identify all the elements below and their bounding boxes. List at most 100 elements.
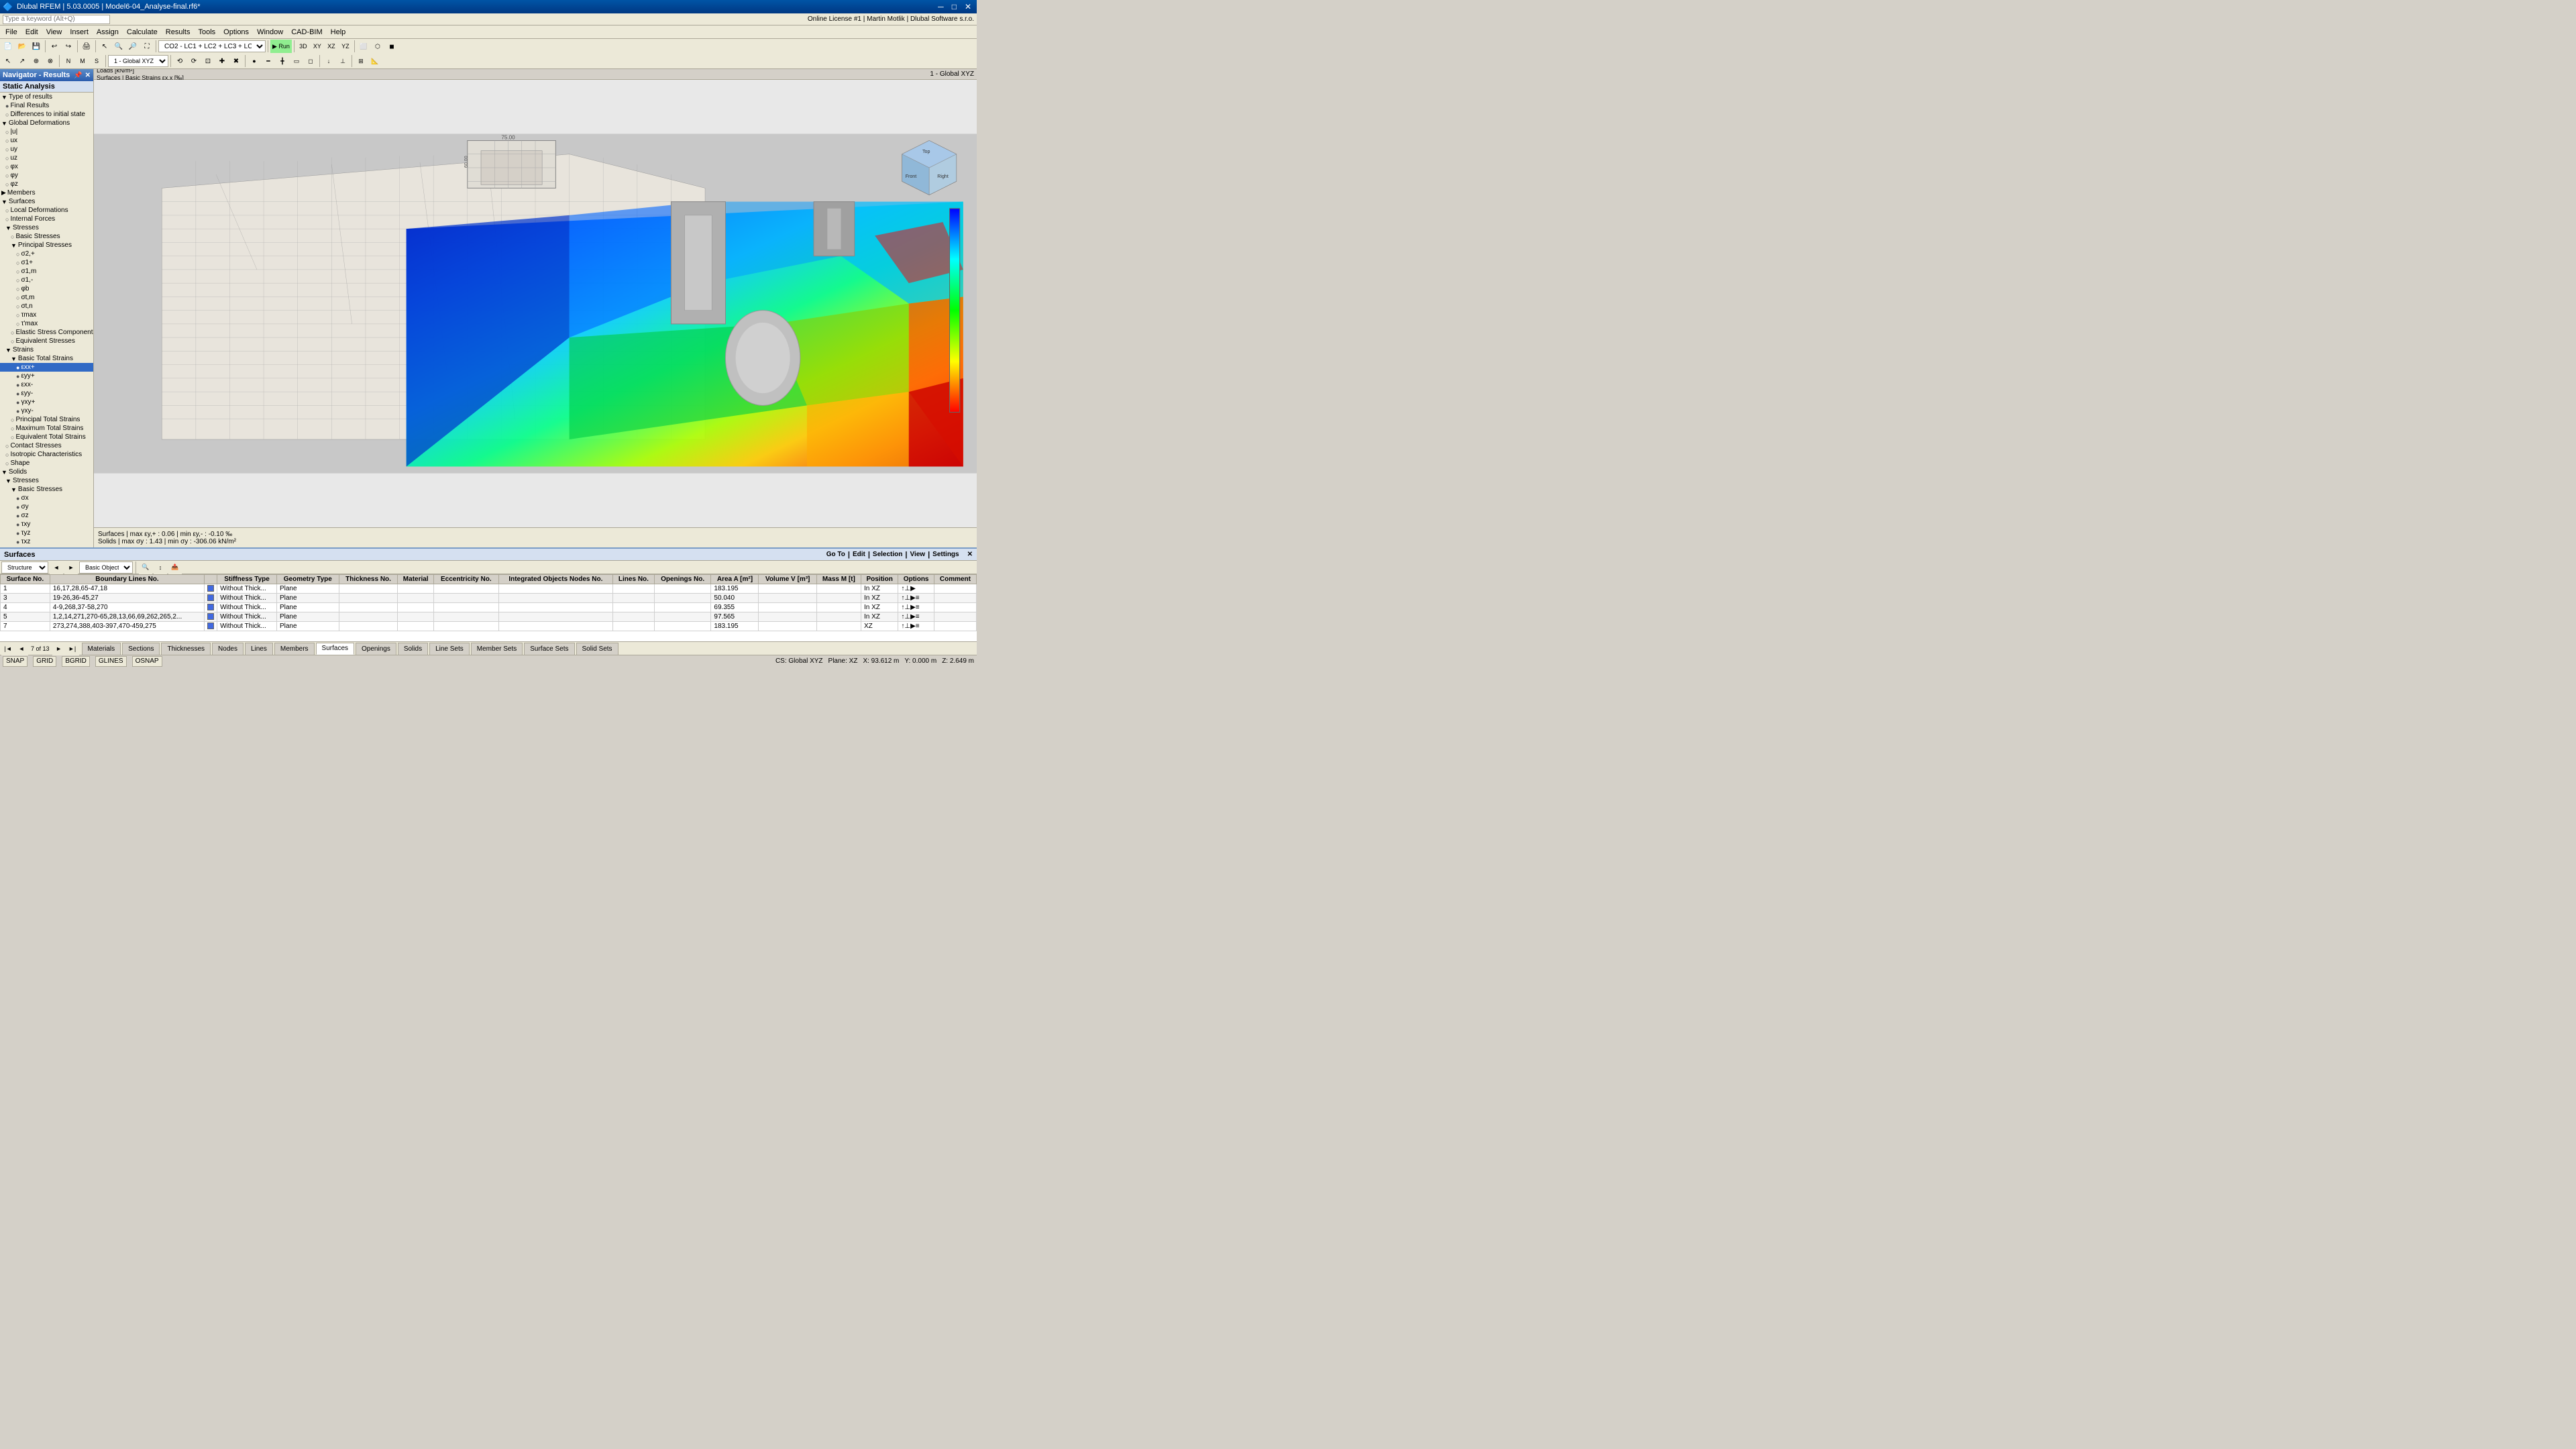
tree-solid-sx[interactable]: ● σx [0, 494, 93, 502]
tree-solid-tyz[interactable]: ● τyz [0, 529, 93, 537]
structure-dropdown[interactable]: Structure [1, 561, 48, 574]
tb-run[interactable]: ▶ Run [270, 40, 292, 53]
tb-zoom-all[interactable]: ⛶ [140, 40, 154, 53]
col-eccentricity[interactable]: Eccentricity No. [433, 575, 498, 584]
col-position[interactable]: Position [861, 575, 898, 584]
tb2-6[interactable]: M [76, 54, 89, 68]
tb-wireframe[interactable]: ⬡ [371, 40, 384, 53]
menu-item-insert[interactable]: Insert [66, 27, 93, 38]
tb2-solids[interactable]: ◻ [304, 54, 317, 68]
bottom-panel-close-icon[interactable]: ✕ [967, 551, 973, 558]
tb2-5[interactable]: N [62, 54, 75, 68]
tree-surfaces[interactable]: ▼ Surfaces [0, 197, 93, 206]
tab-thicknesses[interactable]: Thicknesses [161, 643, 211, 655]
tree-shape[interactable]: ○ Shape [0, 459, 93, 468]
tab-solids[interactable]: Solids [398, 643, 428, 655]
tree-sigma1minus[interactable]: ○ σ1,- [0, 276, 93, 284]
tb-render[interactable]: ⬜ [357, 40, 370, 53]
tree-eyy-minus[interactable]: ● εyy- [0, 389, 93, 398]
expand-icon[interactable]: ▼ [11, 356, 17, 362]
tree-solids-stresses[interactable]: ▼ Stresses [0, 476, 93, 485]
keyword-search-input[interactable] [3, 15, 110, 24]
tb-view-xy[interactable]: XY [311, 40, 324, 53]
expand-icon[interactable]: ▼ [1, 120, 7, 127]
tb2-loads[interactable]: ↓ [322, 54, 335, 68]
tb-new[interactable]: 📄 [1, 40, 15, 53]
col-material[interactable]: Material [398, 575, 434, 584]
tb-view-xz[interactable]: XZ [325, 40, 338, 53]
tb2-supports[interactable]: ⊥ [336, 54, 350, 68]
tree-isotropic[interactable]: ○ Isotropic Characteristics [0, 450, 93, 459]
tb-view-3d[interactable]: 3D [297, 40, 310, 53]
tree-sigma1plus[interactable]: ○ σ1+ [0, 258, 93, 267]
tree-solid-txy-plus[interactable]: ● τxy+ [0, 546, 93, 547]
bottom-panel-settings[interactable]: Settings [932, 551, 959, 558]
table-row[interactable]: 5 1,2,14,271,270-65,28,13,66,69,262,265,… [1, 612, 977, 622]
bgrid-btn[interactable]: BGRID [62, 656, 90, 667]
tb2-1[interactable]: ↖ [1, 54, 15, 68]
tab-solid-sets[interactable]: Solid Sets [576, 643, 619, 655]
menu-item-calculate[interactable]: Calculate [123, 27, 162, 38]
menu-item-help[interactable]: Help [327, 27, 350, 38]
col-geometry-type[interactable]: Geometry Type [276, 575, 339, 584]
tree-ux[interactable]: ○ ux [0, 136, 93, 145]
tb2-2[interactable]: ↗ [15, 54, 29, 68]
tree-principal-total[interactable]: ○ Principal Total Strains [0, 415, 93, 424]
bottom-panel-selection[interactable]: Selection [873, 551, 902, 558]
tab-member-sets[interactable]: Member Sets [471, 643, 523, 655]
col-lines[interactable]: Lines No. [613, 575, 655, 584]
expand-icon[interactable]: ▶ [1, 189, 6, 197]
tree-stresses[interactable]: ▼ Stresses [0, 223, 93, 232]
tb-undo[interactable]: ↩ [48, 40, 61, 53]
tree-gxy-minus[interactable]: ● γxy- [0, 407, 93, 415]
col-mass[interactable]: Mass M [t] [816, 575, 861, 584]
expand-icon[interactable]: ▼ [5, 347, 11, 354]
nav-pin-icon[interactable]: 📌 [74, 72, 82, 79]
col-thickness[interactable]: Thickness No. [339, 575, 398, 584]
menu-item-tools[interactable]: Tools [194, 27, 219, 38]
cs-dropdown[interactable]: 1 - Global XYZ [108, 55, 168, 67]
tb2-8[interactable]: ⟲ [173, 54, 186, 68]
col-comment[interactable]: Comment [934, 575, 976, 584]
close-button[interactable]: ✕ [962, 2, 974, 11]
bottom-panel-goto[interactable]: Go To [826, 551, 845, 558]
viewport-canvas[interactable]: 75.00 60.00 [94, 80, 977, 527]
tb2-10[interactable]: ⊡ [201, 54, 215, 68]
bottom-panel-view[interactable]: View [910, 551, 925, 558]
tb2-surfaces[interactable]: ▭ [290, 54, 303, 68]
pagination-next[interactable]: ► [52, 642, 66, 655]
tab-lines[interactable]: Lines [245, 643, 273, 655]
tree-differences[interactable]: ○ Differences to initial state [0, 110, 93, 119]
col-volume[interactable]: Volume V [m³] [759, 575, 816, 584]
tree-gxy-plus[interactable]: ● γxy+ [0, 398, 93, 407]
tree-sigma1m[interactable]: ○ σ1,m [0, 267, 93, 276]
grid-btn[interactable]: GRID [33, 656, 56, 667]
tab-surface-sets[interactable]: Surface Sets [524, 643, 574, 655]
tree-sigma-tm[interactable]: ○ σt,m [0, 293, 93, 302]
tree-members[interactable]: ▶ Members [0, 189, 93, 197]
tab-surfaces[interactable]: Surfaces [316, 643, 354, 655]
tree-equivalent-stresses[interactable]: ○ Equivalent Stresses [0, 337, 93, 345]
tb-open[interactable]: 📂 [15, 40, 29, 53]
tab-nodes[interactable]: Nodes [212, 643, 244, 655]
tree-internal-forces[interactable]: ○ Internal Forces [0, 215, 93, 223]
basic-objects-dropdown[interactable]: Basic Objects [79, 561, 133, 574]
tree-solid-txz[interactable]: ● τxz [0, 537, 93, 546]
tb2-measure[interactable]: 📐 [368, 54, 382, 68]
tree-principal-stresses[interactable]: ▼ Principal Stresses [0, 241, 93, 250]
titlebar-controls[interactable]: ─ □ ✕ [935, 2, 974, 11]
table-row[interactable]: 1 16,17,28,65-47,18 Without Thick... Pla… [1, 584, 977, 594]
expand-icon[interactable]: ▼ [5, 225, 11, 231]
tree-u-total[interactable]: ○ |u| [0, 127, 93, 136]
tb2-9[interactable]: ⟳ [187, 54, 201, 68]
tree-final-results[interactable]: ● Final Results [0, 101, 93, 110]
menu-item-results[interactable]: Results [162, 27, 195, 38]
tb-redo[interactable]: ↪ [62, 40, 75, 53]
tb2-snap[interactable]: ⊞ [354, 54, 368, 68]
menu-item-assign[interactable]: Assign [93, 27, 123, 38]
pagination-prev[interactable]: ◄ [15, 642, 28, 655]
tree-exx-plus[interactable]: ● εxx+ [0, 363, 93, 372]
tab-materials[interactable]: Materials [82, 643, 121, 655]
tb2-11[interactable]: ✚ [215, 54, 229, 68]
menu-item-cad-bim[interactable]: CAD-BIM [287, 27, 326, 38]
